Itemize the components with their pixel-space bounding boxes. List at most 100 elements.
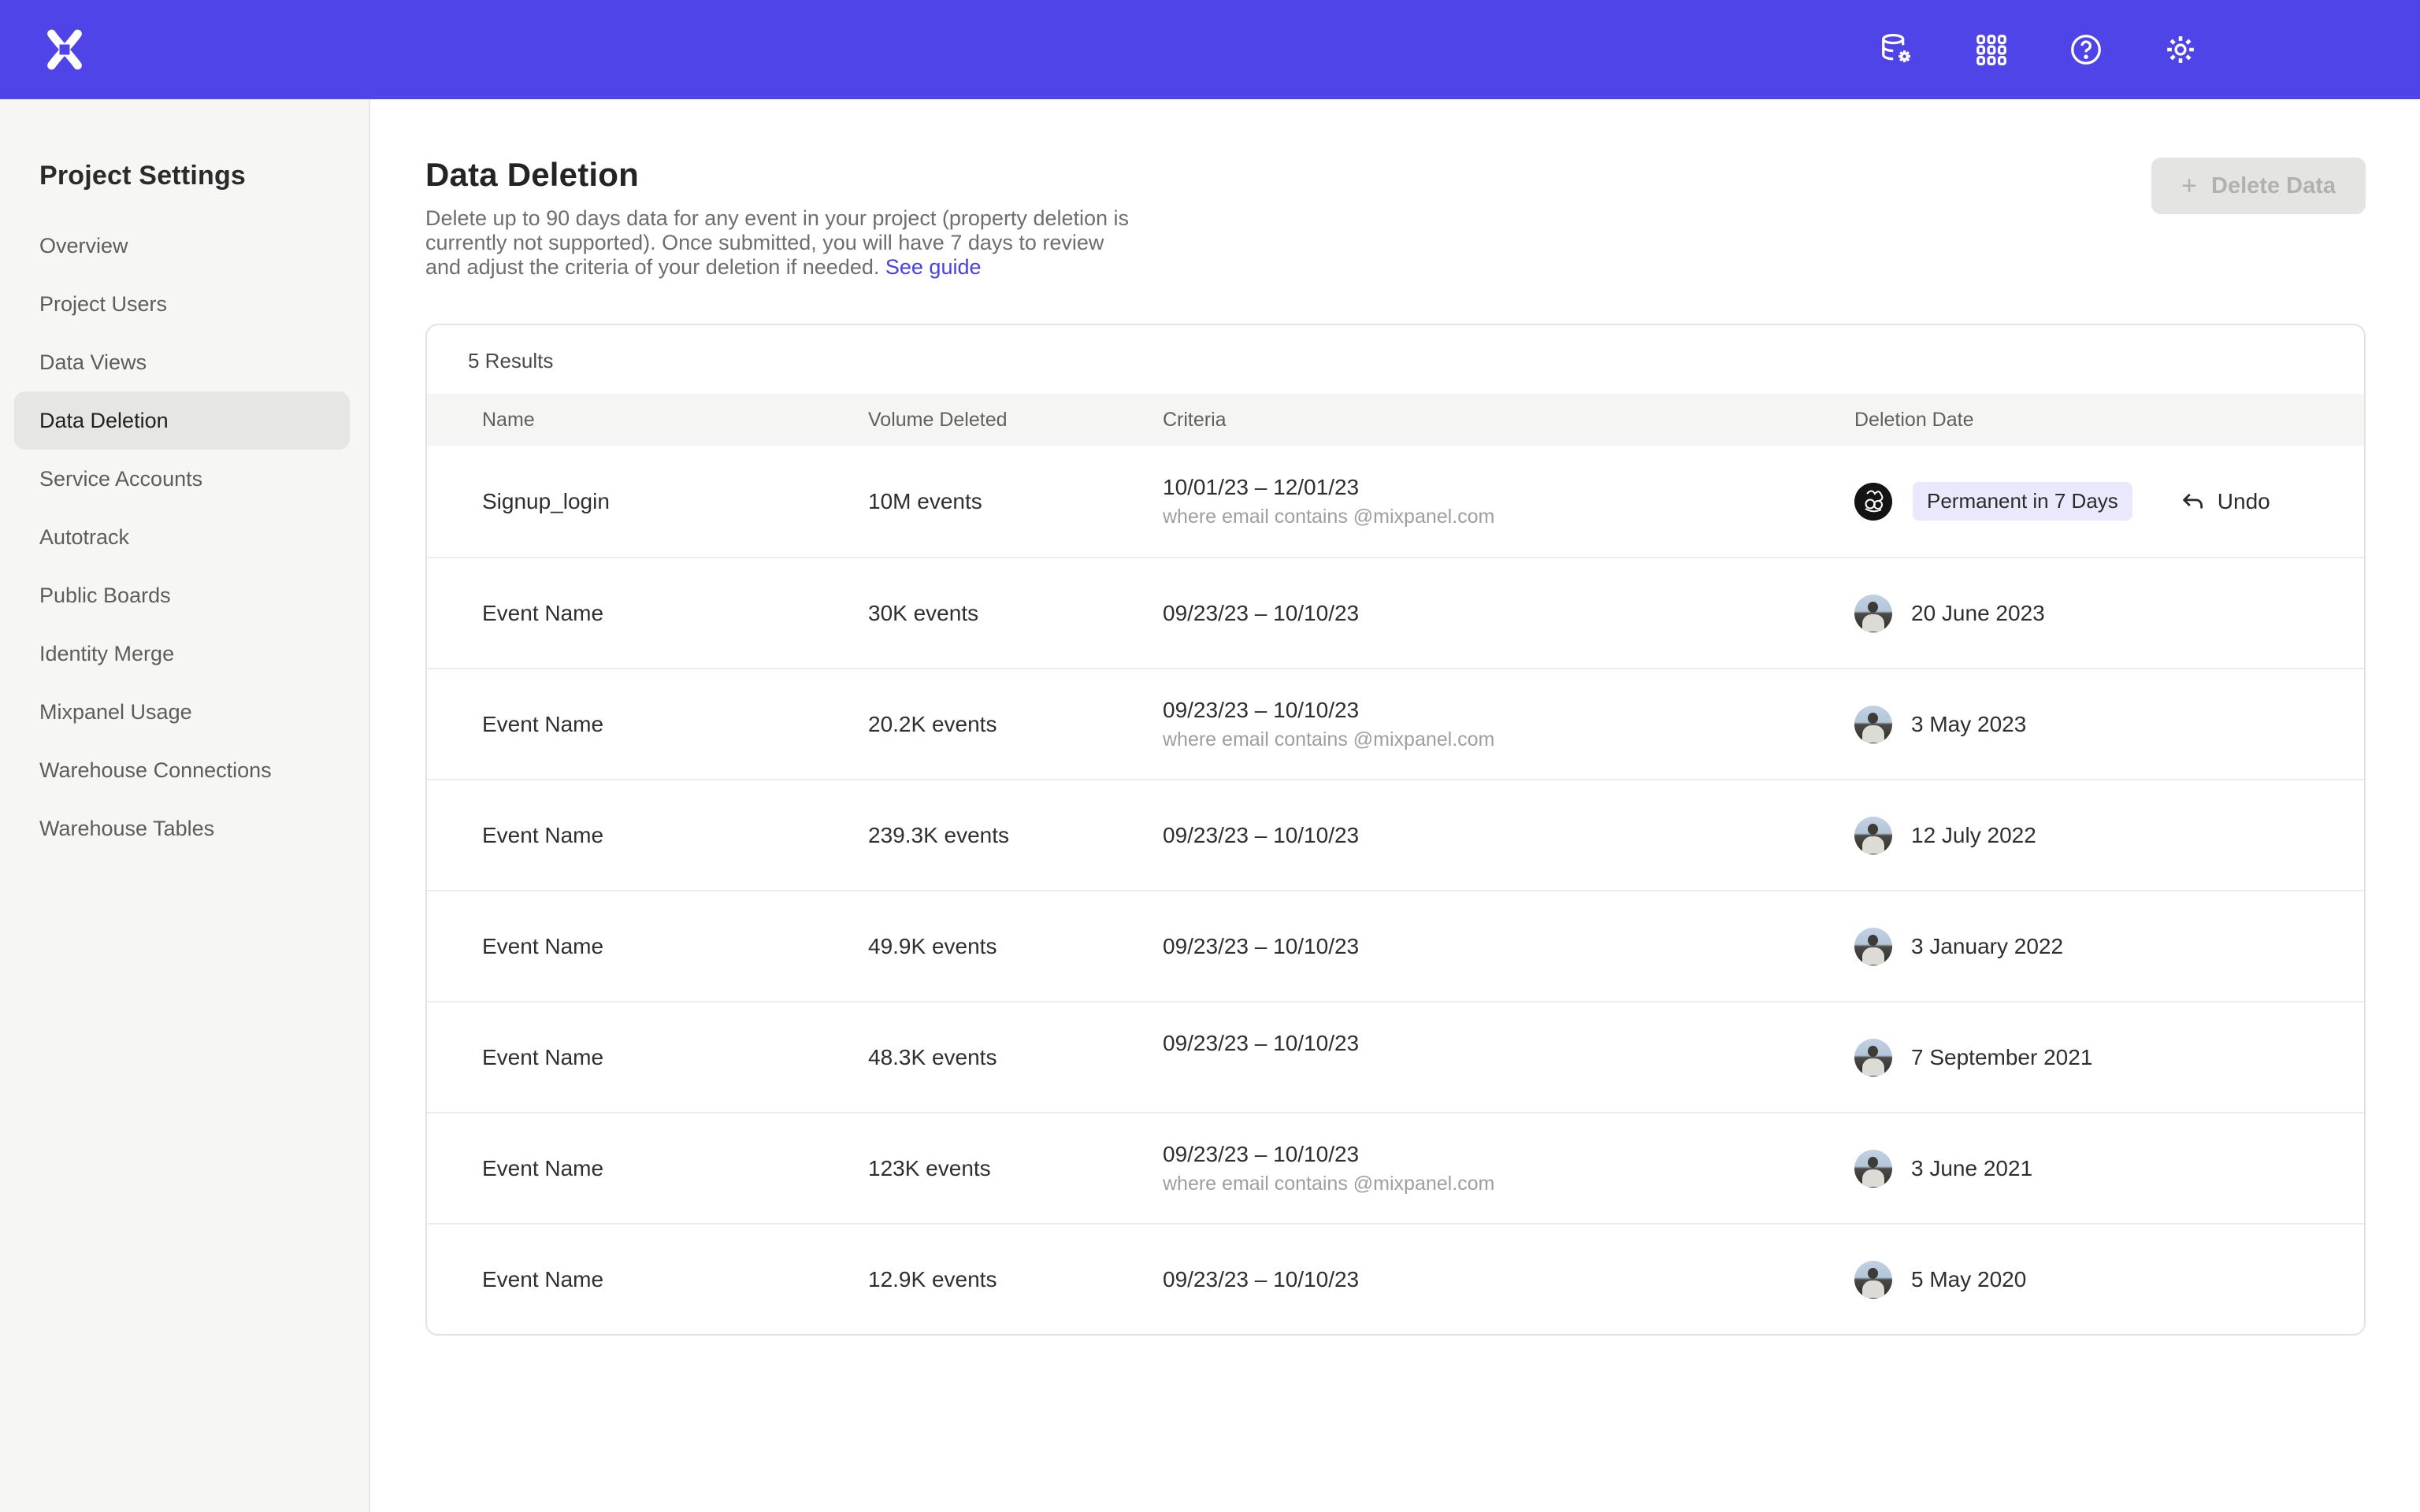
row-criteria: 10/01/23 – 12/01/23 where email contains… [1163, 475, 1854, 528]
see-guide-link[interactable]: See guide [885, 255, 982, 279]
user-avatar [1854, 595, 1892, 632]
column-header-criteria: Criteria [1163, 409, 1854, 432]
sidebar-item-overview[interactable]: Overview [14, 217, 350, 275]
row-criteria-range: 09/23/23 – 10/10/23 [1163, 934, 1854, 959]
topbar-icons [1878, 31, 2199, 69]
deletion-date-text: 12 July 2022 [1911, 823, 2036, 848]
row-criteria: 09/23/23 – 10/10/23 [1163, 1267, 1854, 1292]
user-avatar [1854, 483, 1892, 521]
undo-button[interactable]: Undo [2180, 488, 2270, 515]
row-criteria-range: 09/23/23 – 10/10/23 [1163, 1142, 1854, 1167]
table-row: Event Name 30K events 09/23/23 – 10/10/2… [427, 557, 2364, 668]
deletion-date-text: 3 June 2021 [1911, 1156, 2032, 1181]
row-volume: 239.3K events [868, 823, 1163, 848]
table-body: Signup_login 10M events 10/01/23 – 12/01… [427, 446, 2364, 1334]
table-row: Event Name 48.3K events 09/23/23 – 10/10… [427, 1001, 2364, 1112]
user-avatar [1854, 1039, 1892, 1077]
undo-icon [2180, 488, 2207, 515]
row-criteria-range: 09/23/23 – 10/10/23 [1163, 601, 1854, 626]
results-count: 5 Results [427, 325, 2364, 394]
row-volume: 123K events [868, 1156, 1163, 1181]
table-row: Event Name 239.3K events 09/23/23 – 10/1… [427, 779, 2364, 890]
row-criteria: 09/23/23 – 10/10/23 [1163, 934, 1854, 959]
mixpanel-logo[interactable] [44, 29, 85, 70]
gear-icon [2162, 32, 2199, 68]
row-volume: 20.2K events [868, 712, 1163, 737]
sidebar-item-project-users[interactable]: Project Users [14, 275, 350, 333]
row-criteria-filter [1163, 1062, 1854, 1084]
sidebar-item-public-boards[interactable]: Public Boards [14, 566, 350, 624]
row-deletion-date: 20 June 2023 [1854, 595, 2364, 632]
column-header-name: Name [482, 409, 868, 432]
row-deletion-date: Permanent in 7 Days Undo [1854, 482, 2364, 521]
row-name: Event Name [482, 1267, 868, 1292]
table-row: Event Name 20.2K events 09/23/23 – 10/10… [427, 668, 2364, 779]
row-criteria: 09/23/23 – 10/10/23 [1163, 1031, 1854, 1084]
undo-label: Undo [2218, 489, 2270, 514]
apps-grid-icon [1973, 32, 2010, 68]
user-avatar [1854, 928, 1892, 965]
delete-data-button-label: Delete Data [2211, 173, 2336, 199]
row-criteria-range: 09/23/23 – 10/10/23 [1163, 1267, 1854, 1292]
row-criteria-range: 09/23/23 – 10/10/23 [1163, 823, 1854, 848]
page-title: Data Deletion [425, 156, 1138, 194]
row-name: Event Name [482, 934, 868, 959]
row-name: Event Name [482, 1156, 868, 1181]
row-criteria: 09/23/23 – 10/10/23 [1163, 823, 1854, 848]
sidebar-title: Project Settings [39, 161, 369, 191]
sidebar-item-data-views[interactable]: Data Views [14, 333, 350, 391]
apps-grid-button[interactable] [1973, 31, 2010, 69]
table-row: Event Name 123K events 09/23/23 – 10/10/… [427, 1112, 2364, 1223]
row-criteria-range: 09/23/23 – 10/10/23 [1163, 1031, 1854, 1056]
plus-icon: + [2181, 172, 2197, 199]
settings-button[interactable] [2162, 31, 2199, 69]
row-deletion-date: 12 July 2022 [1854, 817, 2364, 854]
deletion-date-text: 3 May 2023 [1911, 712, 2026, 737]
row-criteria-filter: where email contains @mixpanel.com [1163, 728, 1854, 751]
sidebar-item-warehouse-connections[interactable]: Warehouse Connections [14, 741, 350, 799]
permanent-badge: Permanent in 7 Days [1913, 482, 2132, 521]
layout: Project Settings OverviewProject UsersDa… [0, 99, 2420, 1512]
row-volume: 30K events [868, 601, 1163, 626]
sidebar-item-data-deletion[interactable]: Data Deletion [14, 391, 350, 450]
row-criteria-range: 10/01/23 – 12/01/23 [1163, 475, 1854, 500]
row-deletion-date: 3 June 2021 [1854, 1150, 2364, 1188]
table-row: Event Name 12.9K events 09/23/23 – 10/10… [427, 1223, 2364, 1334]
deletion-date-text: 3 January 2022 [1911, 934, 2063, 959]
help-button[interactable] [2067, 31, 2105, 69]
sidebar-nav: OverviewProject UsersData ViewsData Dele… [0, 217, 369, 858]
main-content: Data Deletion Delete up to 90 days data … [370, 99, 2420, 1512]
page-description-text: Delete up to 90 days data for any event … [425, 206, 1129, 279]
row-deletion-date: 7 September 2021 [1854, 1039, 2364, 1077]
row-criteria: 09/23/23 – 10/10/23 where email contains… [1163, 1142, 1854, 1195]
row-volume: 49.9K events [868, 934, 1163, 959]
page-head-text: Data Deletion Delete up to 90 days data … [425, 99, 1138, 280]
sidebar-item-warehouse-tables[interactable]: Warehouse Tables [14, 799, 350, 858]
row-criteria-filter: where email contains @mixpanel.com [1163, 1173, 1854, 1195]
column-header-volume: Volume Deleted [868, 409, 1163, 432]
table-header: Name Volume Deleted Criteria Deletion Da… [427, 394, 2364, 446]
sidebar-item-mixpanel-usage[interactable]: Mixpanel Usage [14, 683, 350, 741]
row-name: Event Name [482, 1045, 868, 1070]
sidebar: Project Settings OverviewProject UsersDa… [0, 99, 370, 1512]
row-criteria-range: 09/23/23 – 10/10/23 [1163, 698, 1854, 723]
sidebar-item-autotrack[interactable]: Autotrack [14, 508, 350, 566]
sidebar-item-service-accounts[interactable]: Service Accounts [14, 450, 350, 508]
help-icon [2068, 32, 2104, 68]
row-volume: 12.9K events [868, 1267, 1163, 1292]
user-avatar [1854, 1261, 1892, 1299]
row-name: Signup_login [482, 489, 868, 514]
row-volume: 48.3K events [868, 1045, 1163, 1070]
delete-data-button[interactable]: + Delete Data [2151, 158, 2366, 214]
deletion-date-text: 20 June 2023 [1911, 601, 2045, 626]
deletion-date-text: 5 May 2020 [1911, 1267, 2026, 1292]
table-row: Signup_login 10M events 10/01/23 – 12/01… [427, 446, 2364, 557]
user-avatar [1854, 817, 1892, 854]
data-management-button[interactable] [1878, 31, 1916, 69]
row-deletion-date: 3 January 2022 [1854, 928, 2364, 965]
row-name: Event Name [482, 712, 868, 737]
deletion-date-text: 7 September 2021 [1911, 1045, 2092, 1070]
row-name: Event Name [482, 823, 868, 848]
row-volume: 10M events [868, 489, 1163, 514]
sidebar-item-identity-merge[interactable]: Identity Merge [14, 624, 350, 683]
